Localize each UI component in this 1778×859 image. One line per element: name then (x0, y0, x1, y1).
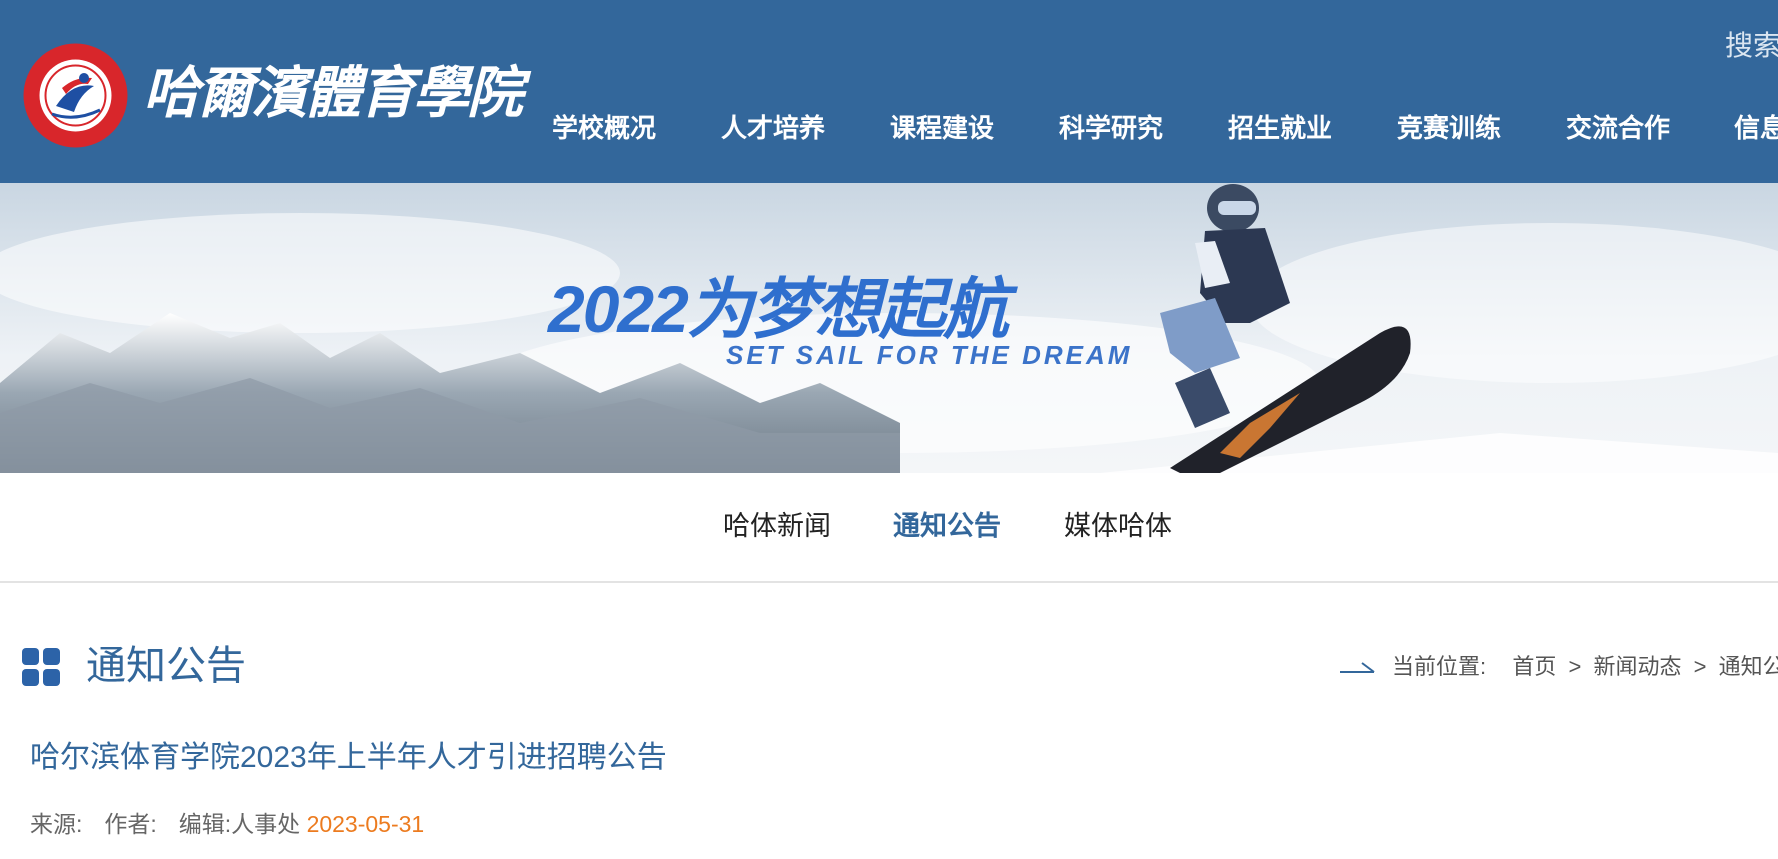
grid-icon (22, 648, 60, 686)
subnav-item-notices[interactable]: 通知公告 (893, 508, 1001, 544)
nav-item-exchange[interactable]: 交流合作 (1566, 108, 1670, 148)
breadcrumb-news[interactable]: 新闻动态 (1594, 654, 1682, 679)
breadcrumb-separator: > (1568, 654, 1582, 679)
subnav-item-media[interactable]: 媒体哈体 (1064, 508, 1172, 544)
search-link[interactable]: 搜索 (1725, 24, 1778, 64)
publish-date: 2023-05-31 (306, 811, 425, 837)
nav-item-research[interactable]: 科学研究 (1059, 108, 1163, 148)
editor-label: 编辑: (178, 811, 232, 837)
breadcrumb-separator: > (1693, 654, 1707, 679)
nav-item-school-overview[interactable]: 学校概况 (552, 108, 656, 148)
article-meta: 来源: 作者: 编辑:人事处 2023-05-31 (30, 809, 424, 839)
subnav-item-news[interactable]: 哈体新闻 (723, 508, 831, 544)
news-subnav: 哈体新闻 通知公告 媒体哈体 (0, 473, 1778, 583)
banner-title: 2022为梦想起航 (548, 272, 1009, 346)
banner-subtitle: SET SAIL FOR THE DREAM (726, 340, 1133, 370)
arrow-right-icon (1340, 662, 1375, 673)
section-title: 通知公告 (86, 644, 246, 688)
breadcrumb-notices[interactable]: 通知公告 (1719, 654, 1778, 679)
author-label: 作者: (104, 811, 157, 837)
nav-item-information[interactable]: 信息 (1734, 108, 1778, 148)
breadcrumb-prefix: 当前位置: (1392, 654, 1487, 679)
source-label: 来源: (30, 811, 83, 837)
article-title: 哈尔滨体育学院2023年上半年人才引进招聘公告 (30, 741, 667, 774)
breadcrumb-home[interactable]: 首页 (1512, 654, 1556, 679)
main-nav: 学校概况 人才培养 课程建设 科学研究 招生就业 竞赛训练 交流合作 信息 (0, 108, 1778, 148)
site-header: 哈爾濱體育學院 搜索 学校概况 人才培养 课程建设 科学研究 招生就业 竞赛训练… (0, 0, 1778, 183)
editor-value: 人事处 (231, 811, 301, 837)
nav-item-curriculum[interactable]: 课程建设 (890, 108, 994, 148)
breadcrumb: 当前位置: 首页 > 新闻动态 > 通知公告 (1392, 652, 1778, 682)
nav-item-competition[interactable]: 竞赛训练 (1397, 108, 1501, 148)
nav-item-talent-training[interactable]: 人才培养 (721, 108, 825, 148)
nav-item-admissions[interactable]: 招生就业 (1228, 108, 1332, 148)
hero-banner: 2022为梦想起航 SET SAIL FOR THE DREAM (0, 183, 1778, 473)
